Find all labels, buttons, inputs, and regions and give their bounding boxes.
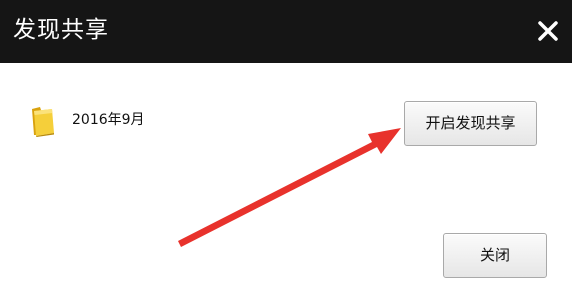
dialog-titlebar: 发现共享 — [0, 0, 572, 63]
folder-name[interactable]: 2016年9月 — [72, 111, 145, 129]
folder-icon — [30, 105, 56, 137]
close-icon[interactable] — [532, 15, 564, 47]
enable-discovery-share-button[interactable]: 开启发现共享 — [404, 101, 537, 146]
dialog-title: 发现共享 — [13, 17, 109, 43]
share-dialog: 发现共享 2016年9月 开启发现共享 关闭 — [0, 0, 572, 295]
close-button[interactable]: 关闭 — [443, 233, 547, 278]
